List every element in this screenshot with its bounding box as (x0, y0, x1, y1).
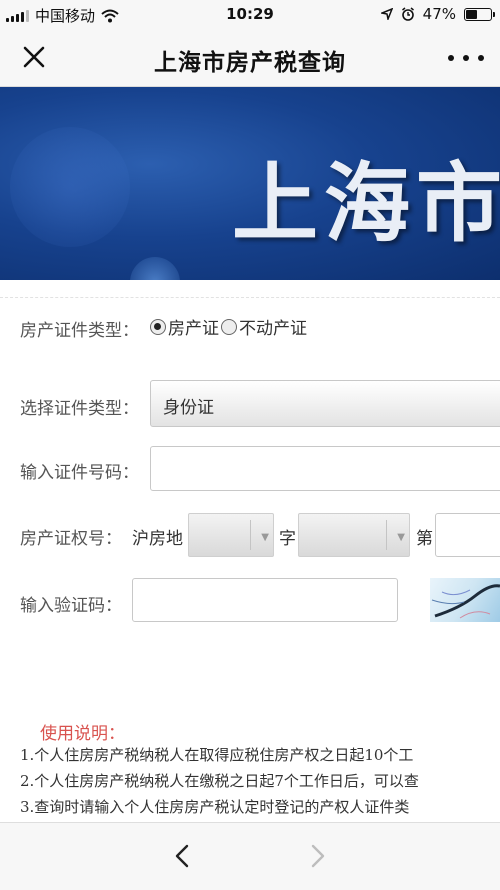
banner-title: 上海市房 (232, 154, 500, 254)
navigation-bar: 上海市房产税查询 (0, 30, 500, 87)
radio-property-cert[interactable] (150, 318, 166, 335)
property-year-select[interactable]: ▼ (298, 513, 410, 557)
id-type-label: 选择证件类型： (20, 399, 139, 419)
captcha-input[interactable] (133, 579, 397, 621)
dropdown-arrow-icon: ▼ (261, 532, 269, 543)
cert-type-radio-group: 房产证 不动产证 (150, 314, 307, 339)
radio-realestate-cert-label[interactable]: 不动产证 (239, 314, 307, 339)
page-title: 上海市房产税查询 (154, 50, 346, 76)
property-prefix: 沪房地 (132, 529, 183, 549)
captcha-image[interactable] (430, 578, 500, 622)
chevron-right-icon[interactable] (302, 841, 332, 871)
id-number-label: 输入证件号码： (20, 463, 139, 483)
more-icon[interactable] (448, 44, 484, 72)
instruction-item: 1.个人住房房产税纳税人在取得应税住房产权之日起10个工 (20, 746, 414, 764)
cert-type-label: 房产证件类型： (20, 321, 139, 341)
radio-realestate-cert[interactable] (221, 318, 237, 335)
battery-fill (466, 9, 477, 19)
id-number-field[interactable] (150, 446, 500, 491)
captcha-field[interactable] (132, 578, 398, 622)
bottom-toolbar (0, 822, 500, 890)
captcha-label: 输入验证码： (20, 596, 122, 616)
property-district-select[interactable]: ▼ (188, 513, 274, 557)
banner-glow (10, 127, 130, 247)
property-number-input[interactable] (436, 514, 500, 556)
chevron-left-icon[interactable] (168, 841, 198, 871)
instruction-item: 2.个人住房房产税纳税人在缴税之日起7个工作日后，可以查 (20, 772, 419, 790)
divider (0, 297, 500, 298)
status-bar: 中国移动 10:29 47% (0, 0, 500, 30)
property-di-label: 第 (416, 529, 433, 549)
battery-percent: 47% (422, 5, 456, 23)
dropdown-arrow-icon: ▼ (397, 532, 405, 543)
header-banner: 上海市房 (0, 87, 500, 280)
instruction-item: 3.查询时请输入个人住房房产税认定时登记的产权人证件类 (20, 798, 410, 816)
battery-icon (464, 7, 495, 21)
banner-sparkle (130, 257, 180, 280)
radio-property-cert-label[interactable]: 房产证 (168, 314, 219, 339)
property-number-field[interactable] (435, 513, 500, 557)
location-icon (380, 8, 393, 20)
id-number-input[interactable] (151, 447, 500, 490)
property-no-label: 房产证权号： (20, 529, 122, 549)
alarm-icon (401, 7, 414, 21)
id-type-selected-value: 身份证 (163, 398, 214, 418)
instructions-title: 使用说明： (40, 724, 125, 744)
property-zi-label: 字 (279, 529, 296, 549)
id-type-select[interactable]: 身份证 (150, 380, 500, 427)
status-right: 47% (380, 5, 495, 23)
